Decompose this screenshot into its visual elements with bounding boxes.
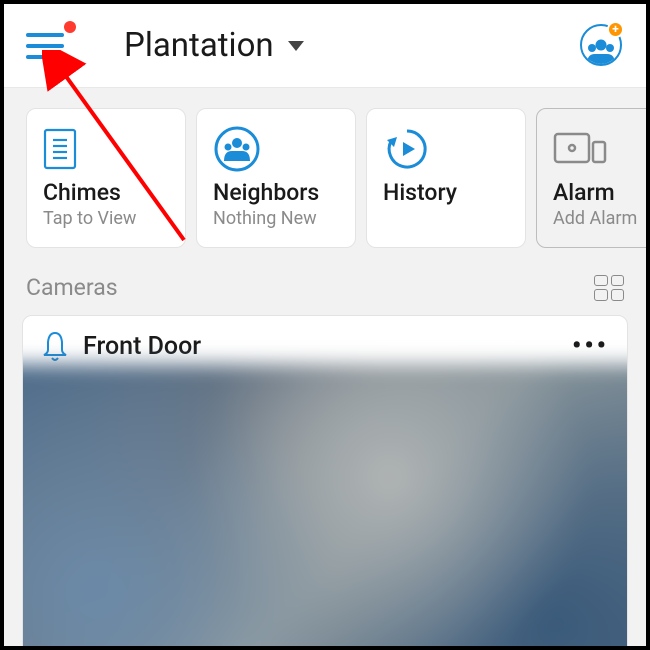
neighbors-icon [213,123,339,175]
tile-subtitle: Add Alarm [553,208,650,229]
bell-icon [41,330,69,362]
grid-cell-icon [594,289,608,301]
shortcut-tiles-row: Chimes Tap to View Neighbors Nothing New [4,88,646,270]
document-lines-icon [43,123,169,175]
plus-badge-icon: + [607,21,624,38]
tile-label: Alarm [553,179,650,206]
grid-cell-icon [611,289,625,301]
cameras-section-header: Cameras [4,270,646,315]
tile-subtitle: Tap to View [43,208,169,229]
add-user-button[interactable]: + [580,24,624,68]
tile-history[interactable]: History [366,108,526,248]
tile-alarm[interactable]: Alarm Add Alarm [536,108,650,248]
app-header: Plantation + [4,4,646,88]
tile-subtitle: Nothing New [213,208,339,229]
layout-toggle-button[interactable] [594,275,624,301]
notification-dot-icon [64,21,76,33]
grid-cell-icon [611,275,625,287]
menu-button[interactable] [26,31,64,61]
more-options-button[interactable]: ••• [572,331,609,361]
grid-cell-icon [594,275,608,287]
camera-feed-preview[interactable] [22,364,628,650]
tile-neighbors[interactable]: Neighbors Nothing New [196,108,356,248]
history-icon [383,123,509,175]
tile-chimes[interactable]: Chimes Tap to View [26,108,186,248]
tile-label: Neighbors [213,179,339,206]
tile-label: History [383,179,509,206]
tile-label: Chimes [43,179,169,206]
camera-card[interactable]: Front Door ••• [22,315,628,650]
location-selector[interactable]: Plantation [124,26,304,65]
chevron-down-icon [288,41,304,51]
section-title: Cameras [26,274,118,301]
camera-name: Front Door [83,332,201,361]
alarm-base-icon [553,123,650,175]
location-name: Plantation [124,26,274,65]
